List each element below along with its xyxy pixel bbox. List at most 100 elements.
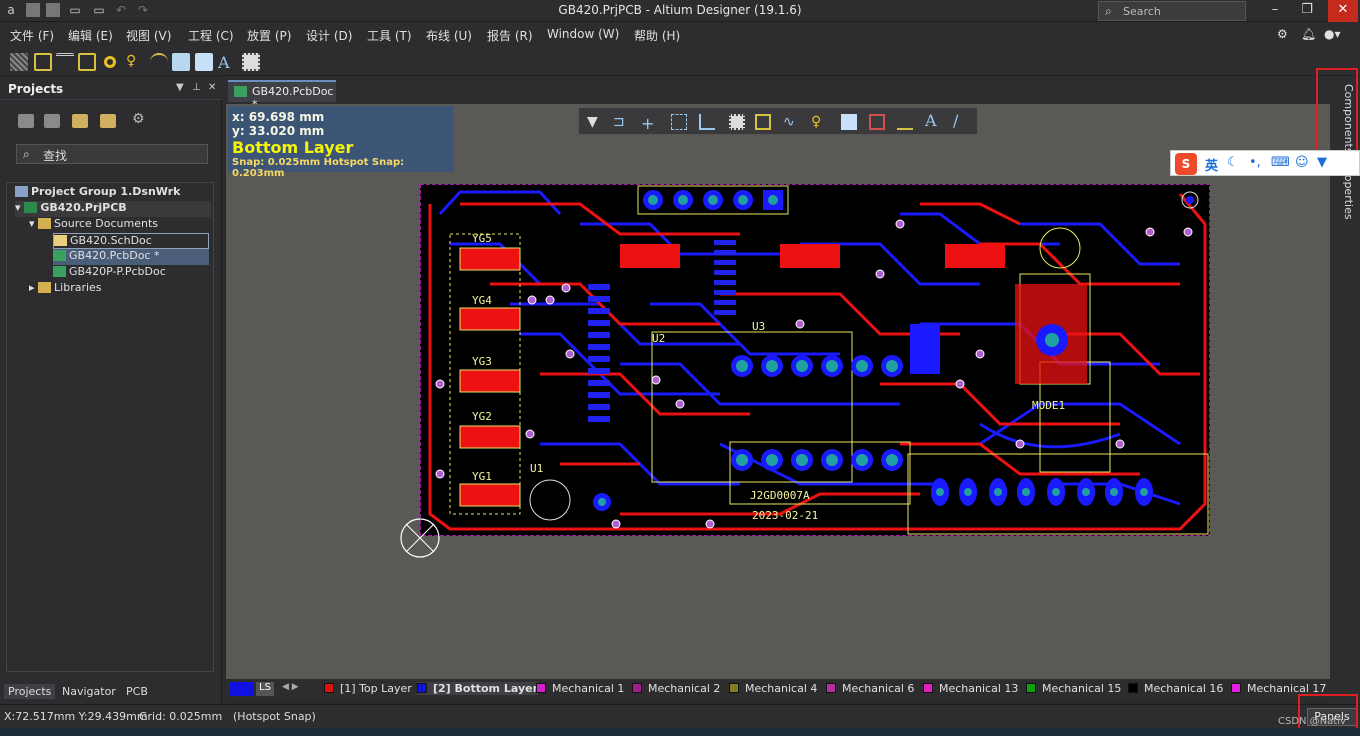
layer-tab-mech13[interactable]: Mechanical 13 <box>923 682 1018 695</box>
tab-navigator[interactable]: Navigator <box>58 684 120 699</box>
filter-icon[interactable]: ▼ <box>587 114 603 130</box>
menu-window[interactable]: Window (W) <box>547 27 619 41</box>
layer-tab-top[interactable]: [1] Top Layer <box>324 682 412 695</box>
tree-item-project[interactable]: ▾ GB420.PrjPCB <box>15 201 211 217</box>
route-icon[interactable] <box>755 114 771 130</box>
pcb-board[interactable]: YG5 YG4 YG3 YG2 YG1 U2 U3 U1 MODE1 J2GD0… <box>420 184 1210 536</box>
tree-item-pcbdoc-2[interactable]: GB420P-P.PcbDoc <box>53 265 166 281</box>
via-icon[interactable] <box>104 56 116 68</box>
tree-item-workspace[interactable]: Project Group 1.DsnWrk <box>15 185 180 201</box>
menu-file[interactable]: 文件 (F) <box>10 27 54 44</box>
current-layer-swatch[interactable] <box>230 682 254 696</box>
tab-pcb[interactable]: PCB <box>122 684 152 699</box>
main-toolbar: ♀ A <box>0 48 1360 76</box>
route-icon[interactable] <box>34 53 52 71</box>
fill-icon[interactable] <box>172 53 190 71</box>
label-u2: U2 <box>652 332 665 345</box>
tab-projects[interactable]: Projects <box>4 684 56 699</box>
open-file-icon[interactable]: ▭ <box>92 3 106 17</box>
maximize-button[interactable]: ❐ <box>1292 0 1322 22</box>
line-icon[interactable]: / <box>953 111 969 130</box>
open-folder-icon[interactable]: ▭ <box>68 3 82 17</box>
ime-language[interactable]: 英 <box>1205 155 1218 174</box>
arc-icon[interactable] <box>150 53 168 71</box>
pad-via-icon[interactable]: ♀ <box>811 114 827 130</box>
sogou-logo-icon: S <box>1175 153 1197 175</box>
polygon-icon[interactable] <box>841 114 857 130</box>
layer-tab-mech1[interactable]: Mechanical 1 <box>536 682 624 695</box>
tree-item-source-docs[interactable]: ▾ Source Documents <box>29 217 158 233</box>
pad-icon[interactable]: ♀ <box>126 53 144 71</box>
save-icon[interactable] <box>26 3 40 17</box>
settings-icon[interactable]: ⚙ <box>1277 27 1288 41</box>
menu-help[interactable]: 帮助 (H) <box>634 27 680 44</box>
add-project-icon[interactable] <box>100 114 116 128</box>
notifications-icon[interactable]: 🔔︎ <box>1301 27 1316 41</box>
user-icon[interactable]: ●▾ <box>1324 27 1341 41</box>
search-icon: ⌕ <box>1105 4 1112 18</box>
minimize-button[interactable]: – <box>1260 0 1290 22</box>
menu-design[interactable]: 设计 (D) <box>306 27 352 44</box>
moon-icon[interactable]: ☾ <box>1227 155 1239 170</box>
menu-route[interactable]: 布线 (U) <box>426 27 472 44</box>
tree-item-libraries[interactable]: ▸ Libraries <box>29 281 102 297</box>
menu-place[interactable]: 放置 (P) <box>247 27 291 44</box>
menu-edit[interactable]: 编辑 (E) <box>68 27 113 44</box>
coordinate-overlay: x: 69.698 mm y: 33.020 mm Bottom Layer S… <box>228 106 453 179</box>
tree-item-label: Project Group 1.DsnWrk <box>31 185 181 198</box>
component-icon[interactable] <box>242 53 260 71</box>
gear-icon[interactable]: ⚙ <box>132 111 148 127</box>
menu-reports[interactable]: 报告 (R) <box>487 27 533 44</box>
layer-tab-mech15[interactable]: Mechanical 15 <box>1026 682 1121 695</box>
user-icon[interactable]: ☺ <box>1295 155 1309 170</box>
dimension-icon[interactable] <box>897 114 913 130</box>
search-input[interactable]: ⌕ Search <box>1098 1 1246 21</box>
multi-route-icon[interactable] <box>78 53 96 71</box>
layer-set-button[interactable]: LS <box>256 682 274 696</box>
menu-bar: 文件 (F) 编辑 (E) 视图 (V) 工程 (C) 放置 (P) 设计 (D… <box>0 22 1360 48</box>
compile-icon[interactable] <box>44 114 60 128</box>
window-title: GB420.PrjPCB - Altium Designer (19.1.6) <box>558 3 802 17</box>
crosshair-icon[interactable]: + <box>641 114 657 133</box>
save-project-icon[interactable] <box>18 114 34 128</box>
tree-item-pcbdoc[interactable]: GB420.PcbDoc * <box>53 249 209 265</box>
component-icon[interactable] <box>729 114 745 130</box>
panel-menu-icon[interactable]: ▼ <box>176 82 184 93</box>
project-search-input[interactable]: ⌕ 查找 <box>16 144 208 164</box>
redo-icon[interactable]: ↷ <box>136 3 150 17</box>
diff-pair-icon[interactable] <box>56 53 74 71</box>
keepout-icon[interactable] <box>869 114 885 130</box>
layer-tab-mech4[interactable]: Mechanical 4 <box>729 682 817 695</box>
hatch-icon[interactable] <box>10 53 28 71</box>
tab-pcbdoc[interactable]: GB420.PcbDoc * <box>228 80 336 111</box>
polygon-icon[interactable] <box>195 53 213 71</box>
panel-close-icon[interactable]: ✕ <box>208 82 216 93</box>
menu-project[interactable]: 工程 (C) <box>188 27 234 44</box>
layer-tab-bottom[interactable]: [2] Bottom Layer <box>417 682 538 695</box>
save-all-icon[interactable] <box>46 3 60 17</box>
pin-icon[interactable]: ⊥ <box>192 82 201 93</box>
layer-tab-mech6[interactable]: Mechanical 6 <box>826 682 914 695</box>
shirt-icon[interactable]: ▼ <box>1317 155 1327 170</box>
menu-view[interactable]: 视图 (V) <box>126 27 171 44</box>
select-connected-icon[interactable]: ⊐ <box>613 114 629 130</box>
label-yg1: YG1 <box>472 470 492 483</box>
select-area-icon[interactable] <box>671 114 687 130</box>
tree-item-schdoc[interactable]: GB420.SchDoc <box>53 233 209 249</box>
undo-icon[interactable]: ↶ <box>114 3 128 17</box>
schematic-icon <box>54 235 67 246</box>
length-tune-icon[interactable]: ∿ <box>783 114 799 130</box>
close-button[interactable]: ✕ <box>1328 0 1358 22</box>
keyboard-icon[interactable]: ⌨ <box>1271 155 1290 170</box>
text-icon[interactable]: A <box>925 111 941 130</box>
layer-tab-mech2[interactable]: Mechanical 2 <box>632 682 720 695</box>
layer-swatch <box>729 683 739 693</box>
open-project-icon[interactable] <box>72 114 88 128</box>
layer-scroll-left-icon[interactable]: ◀ ▶ <box>282 682 299 692</box>
punctuation-icon[interactable]: •, <box>1249 155 1261 170</box>
align-icon[interactable] <box>699 114 715 130</box>
menu-tools[interactable]: 工具 (T) <box>367 27 412 44</box>
status-bar: X:72.517mm Y:29.439mm Grid: 0.025mm (Hot… <box>0 704 1360 728</box>
text-icon[interactable]: A <box>218 53 236 72</box>
layer-tab-mech16[interactable]: Mechanical 16 <box>1128 682 1223 695</box>
